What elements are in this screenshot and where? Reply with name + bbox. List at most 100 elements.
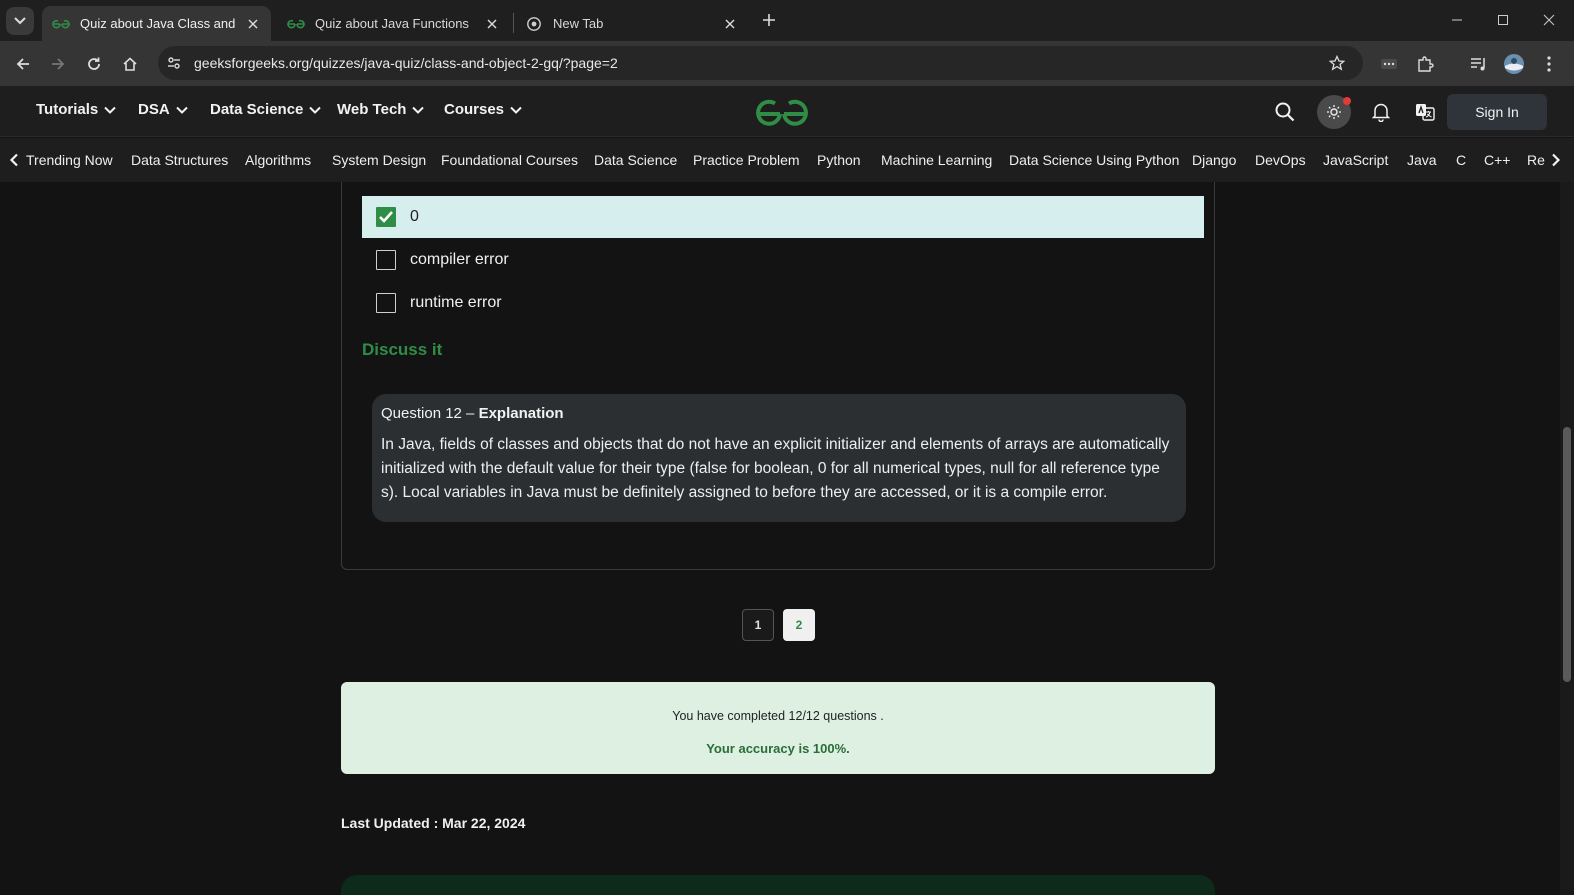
browser-tab-3[interactable]: New Tab: [515, 6, 748, 41]
home-button[interactable]: [116, 50, 144, 78]
topic-data-structures[interactable]: Data Structures: [131, 152, 228, 168]
sun-icon: [1327, 105, 1341, 119]
answer-option[interactable]: runtime error: [362, 282, 1204, 324]
topic-data-science-using-python[interactable]: Data Science Using Python: [1009, 152, 1179, 168]
accuracy-text: Your accuracy is 100%.: [706, 741, 850, 756]
checkmark-icon: [379, 211, 393, 223]
topic-trending-now[interactable]: Trending Now: [26, 152, 113, 168]
arrow-left-icon: [16, 58, 29, 70]
topic-algorithms[interactable]: Algorithms: [245, 152, 311, 168]
close-icon[interactable]: [245, 16, 261, 32]
bookmark-star-icon[interactable]: [1325, 51, 1349, 75]
nav-label: Courses: [444, 101, 505, 118]
option-label: 0: [410, 208, 419, 225]
extension-dots-icon: [1381, 59, 1397, 69]
chevron-left-icon[interactable]: [4, 150, 24, 170]
topic-python[interactable]: Python: [817, 152, 861, 168]
page-scrollbar[interactable]: [1560, 182, 1574, 895]
language-button[interactable]: [1408, 95, 1442, 129]
quiz-content: 0 compiler error runtime error Discuss i…: [0, 182, 1560, 895]
checkbox-checked[interactable]: [376, 207, 396, 227]
nav-dsa[interactable]: DSA: [138, 101, 188, 118]
answer-option[interactable]: 0: [362, 196, 1204, 238]
new-tab-button[interactable]: [757, 8, 781, 32]
nav-tutorials[interactable]: Tutorials: [36, 101, 116, 118]
nav-web-tech[interactable]: Web Tech: [337, 101, 425, 118]
completed-text: You have completed 12/12 questions .: [672, 709, 884, 723]
extension-button[interactable]: [1375, 50, 1403, 78]
close-window-button[interactable]: [1537, 8, 1561, 32]
tab-separator: [513, 13, 514, 33]
nav-courses[interactable]: Courses: [444, 101, 522, 118]
topic-data-science[interactable]: Data Science: [594, 152, 677, 168]
topic-cpp[interactable]: C++: [1484, 152, 1510, 168]
puzzle-icon: [1418, 56, 1434, 72]
minimize-button[interactable]: [1445, 8, 1469, 32]
home-icon: [123, 57, 137, 71]
chevron-down-icon: [14, 17, 26, 25]
footer-banner: [341, 875, 1215, 895]
maximize-icon: [1498, 15, 1508, 25]
topic-system-design[interactable]: System Design: [332, 152, 426, 168]
gfg-favicon-icon: [52, 18, 70, 30]
topic-nav-bar: Trending Now Data Structures Algorithms …: [0, 138, 1574, 182]
checkbox[interactable]: [376, 293, 396, 313]
back-button[interactable]: [9, 50, 37, 78]
profile-avatar-button[interactable]: [1500, 50, 1528, 78]
sign-in-button[interactable]: Sign In: [1447, 94, 1547, 130]
close-icon: [1543, 14, 1555, 26]
topic-devops[interactable]: DevOps: [1255, 152, 1306, 168]
topic-practice-problem[interactable]: Practice Problem: [693, 152, 800, 168]
topic-foundational-courses[interactable]: Foundational Courses: [441, 152, 578, 168]
gfg-logo-icon[interactable]: [751, 96, 813, 128]
chevron-down-icon: [412, 106, 425, 114]
discuss-link[interactable]: Discuss it: [362, 340, 442, 360]
topic-django[interactable]: Django: [1192, 152, 1236, 168]
site-header: Tutorials DSA Data Science Web Tech Cour…: [0, 86, 1574, 137]
avatar-icon: [1504, 54, 1524, 74]
more-vertical-icon: [1547, 56, 1551, 72]
search-button[interactable]: [1268, 95, 1302, 129]
chevron-down-icon: [510, 106, 522, 114]
chevron-right-icon[interactable]: [1546, 150, 1566, 170]
topic-machine-learning[interactable]: Machine Learning: [881, 152, 992, 168]
close-icon[interactable]: [722, 16, 738, 32]
scrollbar-thumb[interactable]: [1563, 427, 1571, 682]
topic-re-partial[interactable]: Re: [1527, 152, 1545, 168]
notification-dot: [1343, 97, 1351, 105]
topic-javascript[interactable]: JavaScript: [1323, 152, 1388, 168]
media-control-button[interactable]: [1465, 50, 1493, 78]
bell-icon: [1372, 103, 1390, 122]
arrow-right-icon: [52, 58, 65, 70]
browser-tab-2[interactable]: Quiz about Java Functions: [277, 6, 510, 41]
page-button-2[interactable]: 2: [783, 609, 815, 641]
notifications-button[interactable]: [1364, 95, 1398, 129]
nav-data-science[interactable]: Data Science: [210, 101, 322, 118]
chrome-icon: [525, 16, 543, 31]
chevron-down-icon: [309, 106, 322, 114]
answer-option[interactable]: compiler error: [362, 239, 1204, 281]
close-icon[interactable]: [484, 16, 500, 32]
quiz-result-box: You have completed 12/12 questions . You…: [341, 682, 1215, 774]
last-updated: Last Updated : Mar 22, 2024: [341, 815, 526, 831]
gfg-favicon-icon: [287, 18, 305, 30]
chevron-down-icon: [175, 106, 188, 114]
nav-label: Web Tech: [337, 101, 407, 118]
tab-search-button[interactable]: [6, 7, 34, 35]
checkbox[interactable]: [376, 250, 396, 270]
topic-c[interactable]: C: [1456, 152, 1466, 168]
chevron-down-icon: [104, 106, 116, 114]
extensions-button[interactable]: [1411, 50, 1439, 78]
page-button-1[interactable]: 1: [742, 609, 774, 641]
forward-button[interactable]: [44, 50, 72, 78]
site-info-icon[interactable]: [160, 49, 188, 77]
topic-java[interactable]: Java: [1407, 152, 1437, 168]
address-bar[interactable]: geeksforgeeks.org/quizzes/java-quiz/clas…: [158, 46, 1363, 80]
maximize-button[interactable]: [1491, 8, 1515, 32]
chrome-menu-button[interactable]: [1535, 50, 1563, 78]
minimize-icon: [1452, 19, 1462, 21]
tab-title: Quiz about Java Functions: [315, 16, 469, 31]
browser-tab-1[interactable]: Quiz about Java Class and Obje: [42, 6, 271, 41]
option-label: runtime error: [410, 294, 502, 311]
reload-button[interactable]: [80, 50, 108, 78]
